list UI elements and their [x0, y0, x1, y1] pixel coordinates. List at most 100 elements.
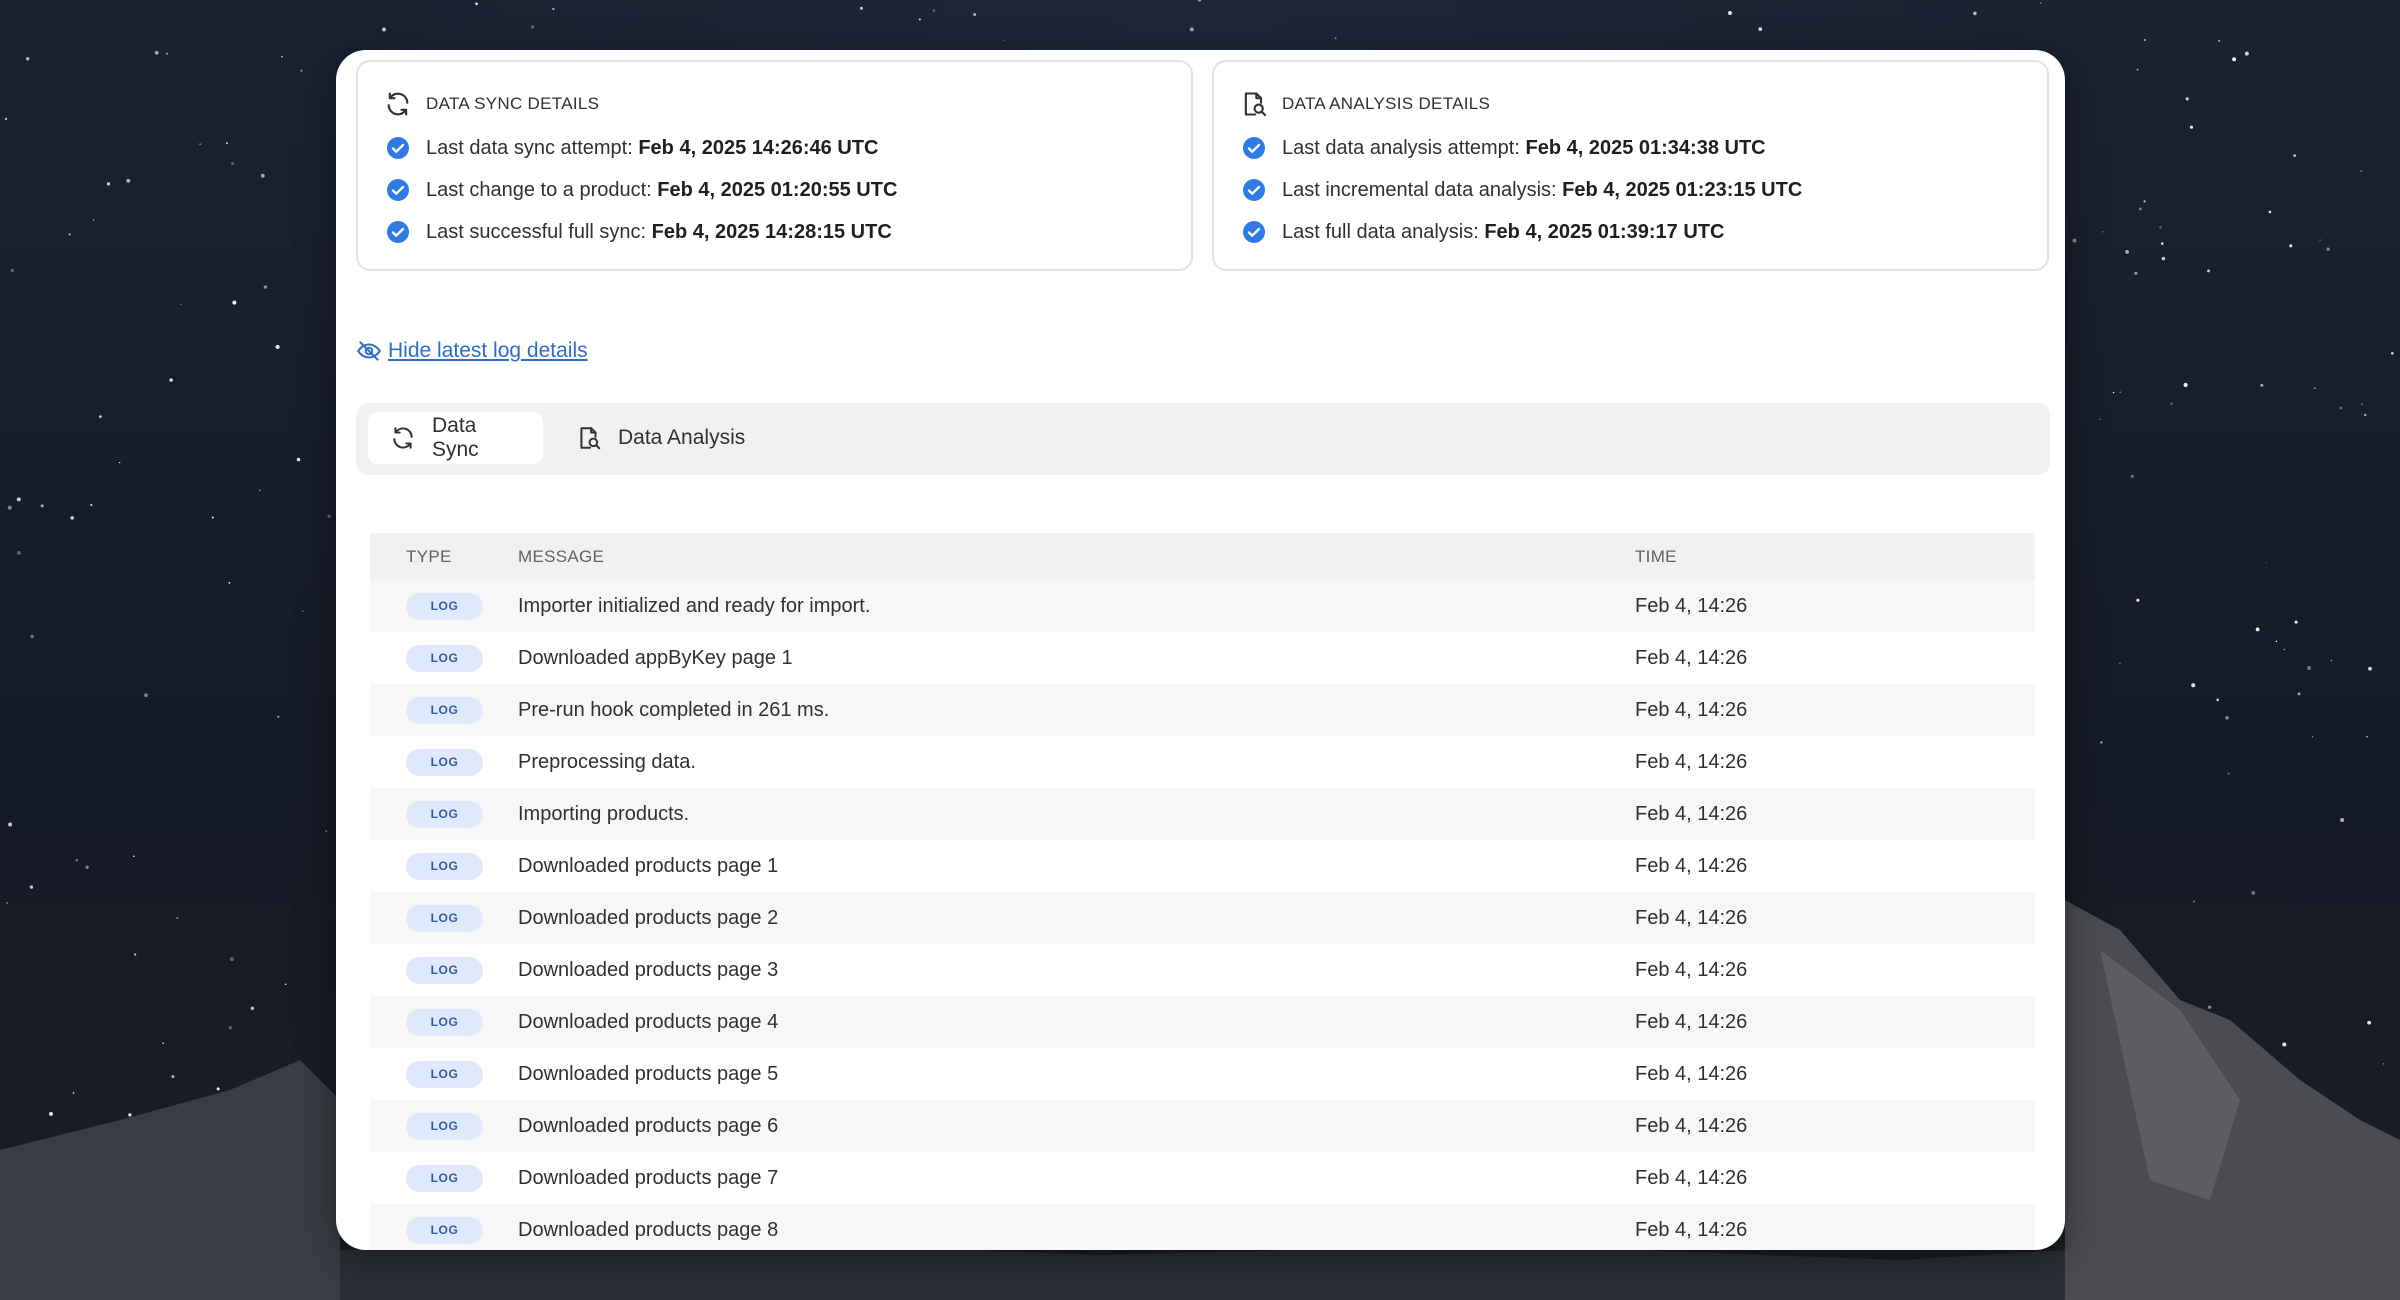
star — [2282, 1042, 2287, 1047]
star — [2143, 38, 2147, 42]
star — [2251, 891, 2256, 895]
star — [6, 902, 8, 904]
analysis-detail-row: Last incremental data analysis: Feb 4, 2… — [1242, 178, 1802, 202]
star — [2307, 666, 2312, 670]
star — [382, 27, 386, 32]
star — [259, 489, 261, 491]
star — [2112, 391, 2115, 394]
star — [2102, 231, 2104, 233]
star — [165, 52, 168, 55]
star — [2185, 97, 2189, 101]
star — [2340, 817, 2345, 823]
star — [1197, 0, 1202, 2]
star — [228, 581, 231, 584]
star — [72, 1092, 75, 1094]
star — [180, 303, 182, 305]
star — [1189, 27, 1194, 32]
star — [40, 504, 44, 508]
star — [2119, 391, 2122, 394]
star — [70, 516, 74, 520]
log-type-badge: LOG — [406, 1008, 483, 1036]
document-search-icon — [576, 425, 602, 451]
star — [106, 182, 111, 186]
log-message: Downloaded products page 2 — [518, 906, 779, 929]
column-header-message: MESSAGE — [518, 546, 605, 566]
star — [232, 300, 237, 305]
sync-log-panel: DATA SYNC DETAILS Last data sync attempt… — [336, 50, 2065, 1250]
log-message: Downloaded products page 4 — [518, 1010, 779, 1033]
star — [90, 503, 93, 507]
table-row: LOG Downloaded products page 2 Feb 4, 14:2… — [370, 892, 2035, 944]
eye-off-icon — [356, 338, 382, 364]
log-message: Downloaded products page 1 — [518, 854, 779, 877]
star — [2207, 269, 2210, 273]
table-row: LOG Downloaded products page 8 Feb 4, 14:2… — [370, 1204, 2035, 1250]
star — [2189, 125, 2194, 129]
star — [2161, 242, 2164, 245]
star — [277, 715, 280, 719]
star — [2159, 226, 2162, 229]
table-row: LOG Downloaded products page 7 Feb 4, 14:2… — [370, 1152, 2035, 1204]
star — [1334, 37, 1337, 40]
tab-data-sync[interactable]: Data Sync — [368, 412, 543, 464]
star — [475, 2, 478, 6]
log-time: Feb 4, 14:26 — [1635, 750, 1748, 773]
star — [229, 957, 234, 962]
log-message: Importer initialized and ready for impor… — [518, 594, 871, 617]
log-time: Feb 4, 14:26 — [1635, 1166, 1748, 1189]
log-type-badge: LOG — [406, 1112, 483, 1140]
log-type-badge: LOG — [406, 1216, 483, 1244]
star — [263, 285, 268, 289]
star — [4, 117, 8, 121]
star — [2294, 620, 2298, 624]
refresh-icon — [384, 90, 412, 118]
star — [2326, 247, 2330, 251]
star — [296, 457, 301, 462]
star — [68, 233, 71, 236]
table-row: LOG Downloaded products page 1 Feb 4, 14:2… — [370, 840, 2035, 892]
star — [2368, 666, 2372, 671]
log-time: Feb 4, 14:26 — [1635, 1062, 1748, 1085]
star — [2319, 239, 2321, 241]
star — [2170, 402, 2173, 405]
star — [171, 1075, 175, 1079]
star — [1973, 11, 1977, 16]
star — [2360, 170, 2363, 173]
log-type-badge: LOG — [406, 956, 483, 984]
star — [2143, 200, 2146, 203]
log-type-badge: LOG — [406, 1164, 483, 1192]
star — [2227, 772, 2230, 775]
log-time: Feb 4, 14:26 — [1635, 698, 1748, 721]
log-time: Feb 4, 14:26 — [1635, 802, 1748, 825]
star — [2138, 207, 2142, 211]
star — [284, 983, 287, 986]
data-sync-details-title: DATA SYNC DETAILS — [384, 90, 599, 118]
tab-data-analysis[interactable]: Data Analysis — [554, 412, 767, 464]
star — [2268, 210, 2272, 214]
log-message: Preprocessing data. — [518, 750, 696, 773]
analysis-detail-row: Last full data analysis: Feb 4, 2025 01:… — [1242, 220, 1724, 244]
log-type-badge: LOG — [406, 592, 483, 620]
refresh-icon — [390, 425, 416, 451]
star — [250, 1006, 255, 1011]
star — [2136, 68, 2139, 71]
star — [7, 505, 12, 510]
star — [2161, 256, 2166, 261]
hide-log-details-link[interactable]: Hide latest log details — [356, 338, 588, 364]
star — [2191, 683, 2196, 688]
log-type-badge: LOG — [406, 644, 483, 672]
star — [128, 1113, 132, 1117]
log-type-badge: LOG — [406, 1060, 483, 1088]
check-circle-icon — [1242, 178, 1266, 202]
log-table: TYPE MESSAGE TIME LOG Importer initialize… — [370, 533, 2035, 1250]
star — [2363, 413, 2367, 417]
check-circle-icon — [1242, 220, 1266, 244]
star — [2232, 57, 2237, 62]
table-row: LOG Downloaded products page 5 Feb 4, 14:2… — [370, 1048, 2035, 1100]
sync-detail-row: Last successful full sync: Feb 4, 2025 1… — [386, 220, 892, 244]
log-type-badge: LOG — [406, 696, 483, 724]
star — [92, 219, 95, 221]
star — [2100, 741, 2103, 744]
log-message: Importing products. — [518, 802, 690, 825]
star — [2125, 249, 2130, 254]
